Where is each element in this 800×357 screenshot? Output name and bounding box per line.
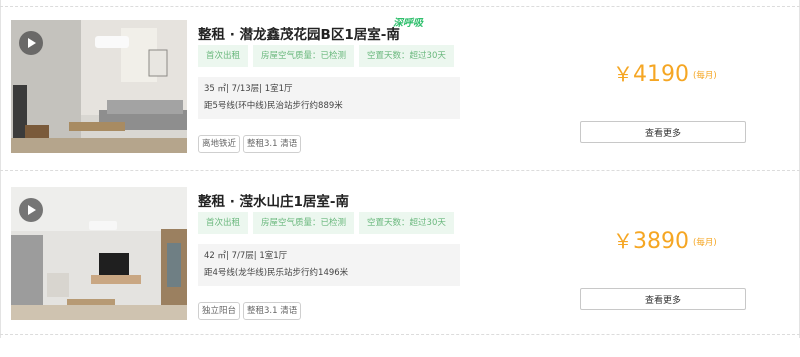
listing-card-1: 整租 · 潜龙鑫茂花园B区1居室-南 深呼吸 首次出租 房屋空气质量：已检测 空…: [0, 18, 800, 190]
divider-top: [0, 6, 800, 7]
tag-row-1: 首次出租 房屋空气质量：已检测 空置天数：超过30天: [198, 45, 454, 67]
listing-transit: 距5号线(环中线)民治站步行约889米: [204, 101, 343, 111]
price-2: ￥3890 (每月): [613, 225, 717, 254]
view-more-label: 查看更多: [644, 295, 681, 306]
price-period: (每月): [693, 238, 717, 248]
feature-tag: 离地铁近: [198, 135, 241, 153]
price-value: 3890: [633, 229, 689, 254]
price-period: (每月): [693, 71, 717, 81]
play-icon[interactable]: [19, 31, 43, 55]
tag-air-quality: 房屋空气质量：已检测: [253, 45, 355, 67]
view-more-button-2[interactable]: 查看更多: [580, 288, 746, 310]
tag-row-2: 首次出租 房屋空气质量：已检测 空置天数：超过30天: [198, 212, 454, 234]
tag-first-rent: 首次出租: [198, 212, 249, 234]
feature-tag: 独立阳台: [198, 302, 241, 320]
listing-transit: 距4号线(龙华线)民乐站步行约1496米: [204, 268, 349, 278]
listing-info-1: 35 ㎡| 7/13层| 1室1厅 距5号线(环中线)民治站步行约889米: [198, 77, 460, 119]
listing-photo-2[interactable]: [11, 187, 187, 320]
feature-row-2: 独立阳台 整租3.1 清语: [198, 302, 302, 320]
divider-bottom: [0, 334, 800, 335]
view-more-button-1[interactable]: 查看更多: [580, 121, 746, 143]
price-value: 4190: [633, 62, 689, 87]
deep-breath-badge: 深呼吸: [393, 18, 423, 29]
tag-vacancy: 空置天数：超过30天: [359, 45, 454, 67]
tag-air-quality: 房屋空气质量：已检测: [253, 212, 355, 234]
feature-tag: 整租3.1 清语: [243, 135, 302, 153]
feature-row-1: 离地铁近 整租3.1 清语: [198, 135, 302, 153]
tag-first-rent: 首次出租: [198, 45, 249, 67]
listing-detail: 42 ㎡| 7/7层| 1室1厅: [204, 251, 288, 261]
tag-vacancy: 空置天数：超过30天: [359, 212, 454, 234]
listing-info-2: 42 ㎡| 7/7层| 1室1厅 距4号线(龙华线)民乐站步行约1496米: [198, 244, 460, 286]
feature-tag: 整租3.1 清语: [243, 302, 302, 320]
play-icon[interactable]: [19, 198, 43, 222]
listing-title-2[interactable]: 整租 · 滢水山庄1居室-南: [198, 190, 349, 210]
view-more-label: 查看更多: [644, 128, 681, 139]
listing-title-1[interactable]: 整租 · 潜龙鑫茂花园B区1居室-南: [198, 23, 400, 43]
currency-symbol: ￥: [613, 229, 633, 253]
listing-detail: 35 ㎡| 7/13层| 1室1厅: [204, 84, 293, 94]
currency-symbol: ￥: [613, 62, 633, 86]
price-1: ￥4190 (每月): [613, 58, 717, 87]
divider-middle: [0, 170, 800, 171]
listing-photo-1[interactable]: [11, 20, 187, 153]
listing-card-2: 整租 · 滢水山庄1居室-南 首次出租 房屋空气质量：已检测 空置天数：超过30…: [0, 187, 800, 357]
